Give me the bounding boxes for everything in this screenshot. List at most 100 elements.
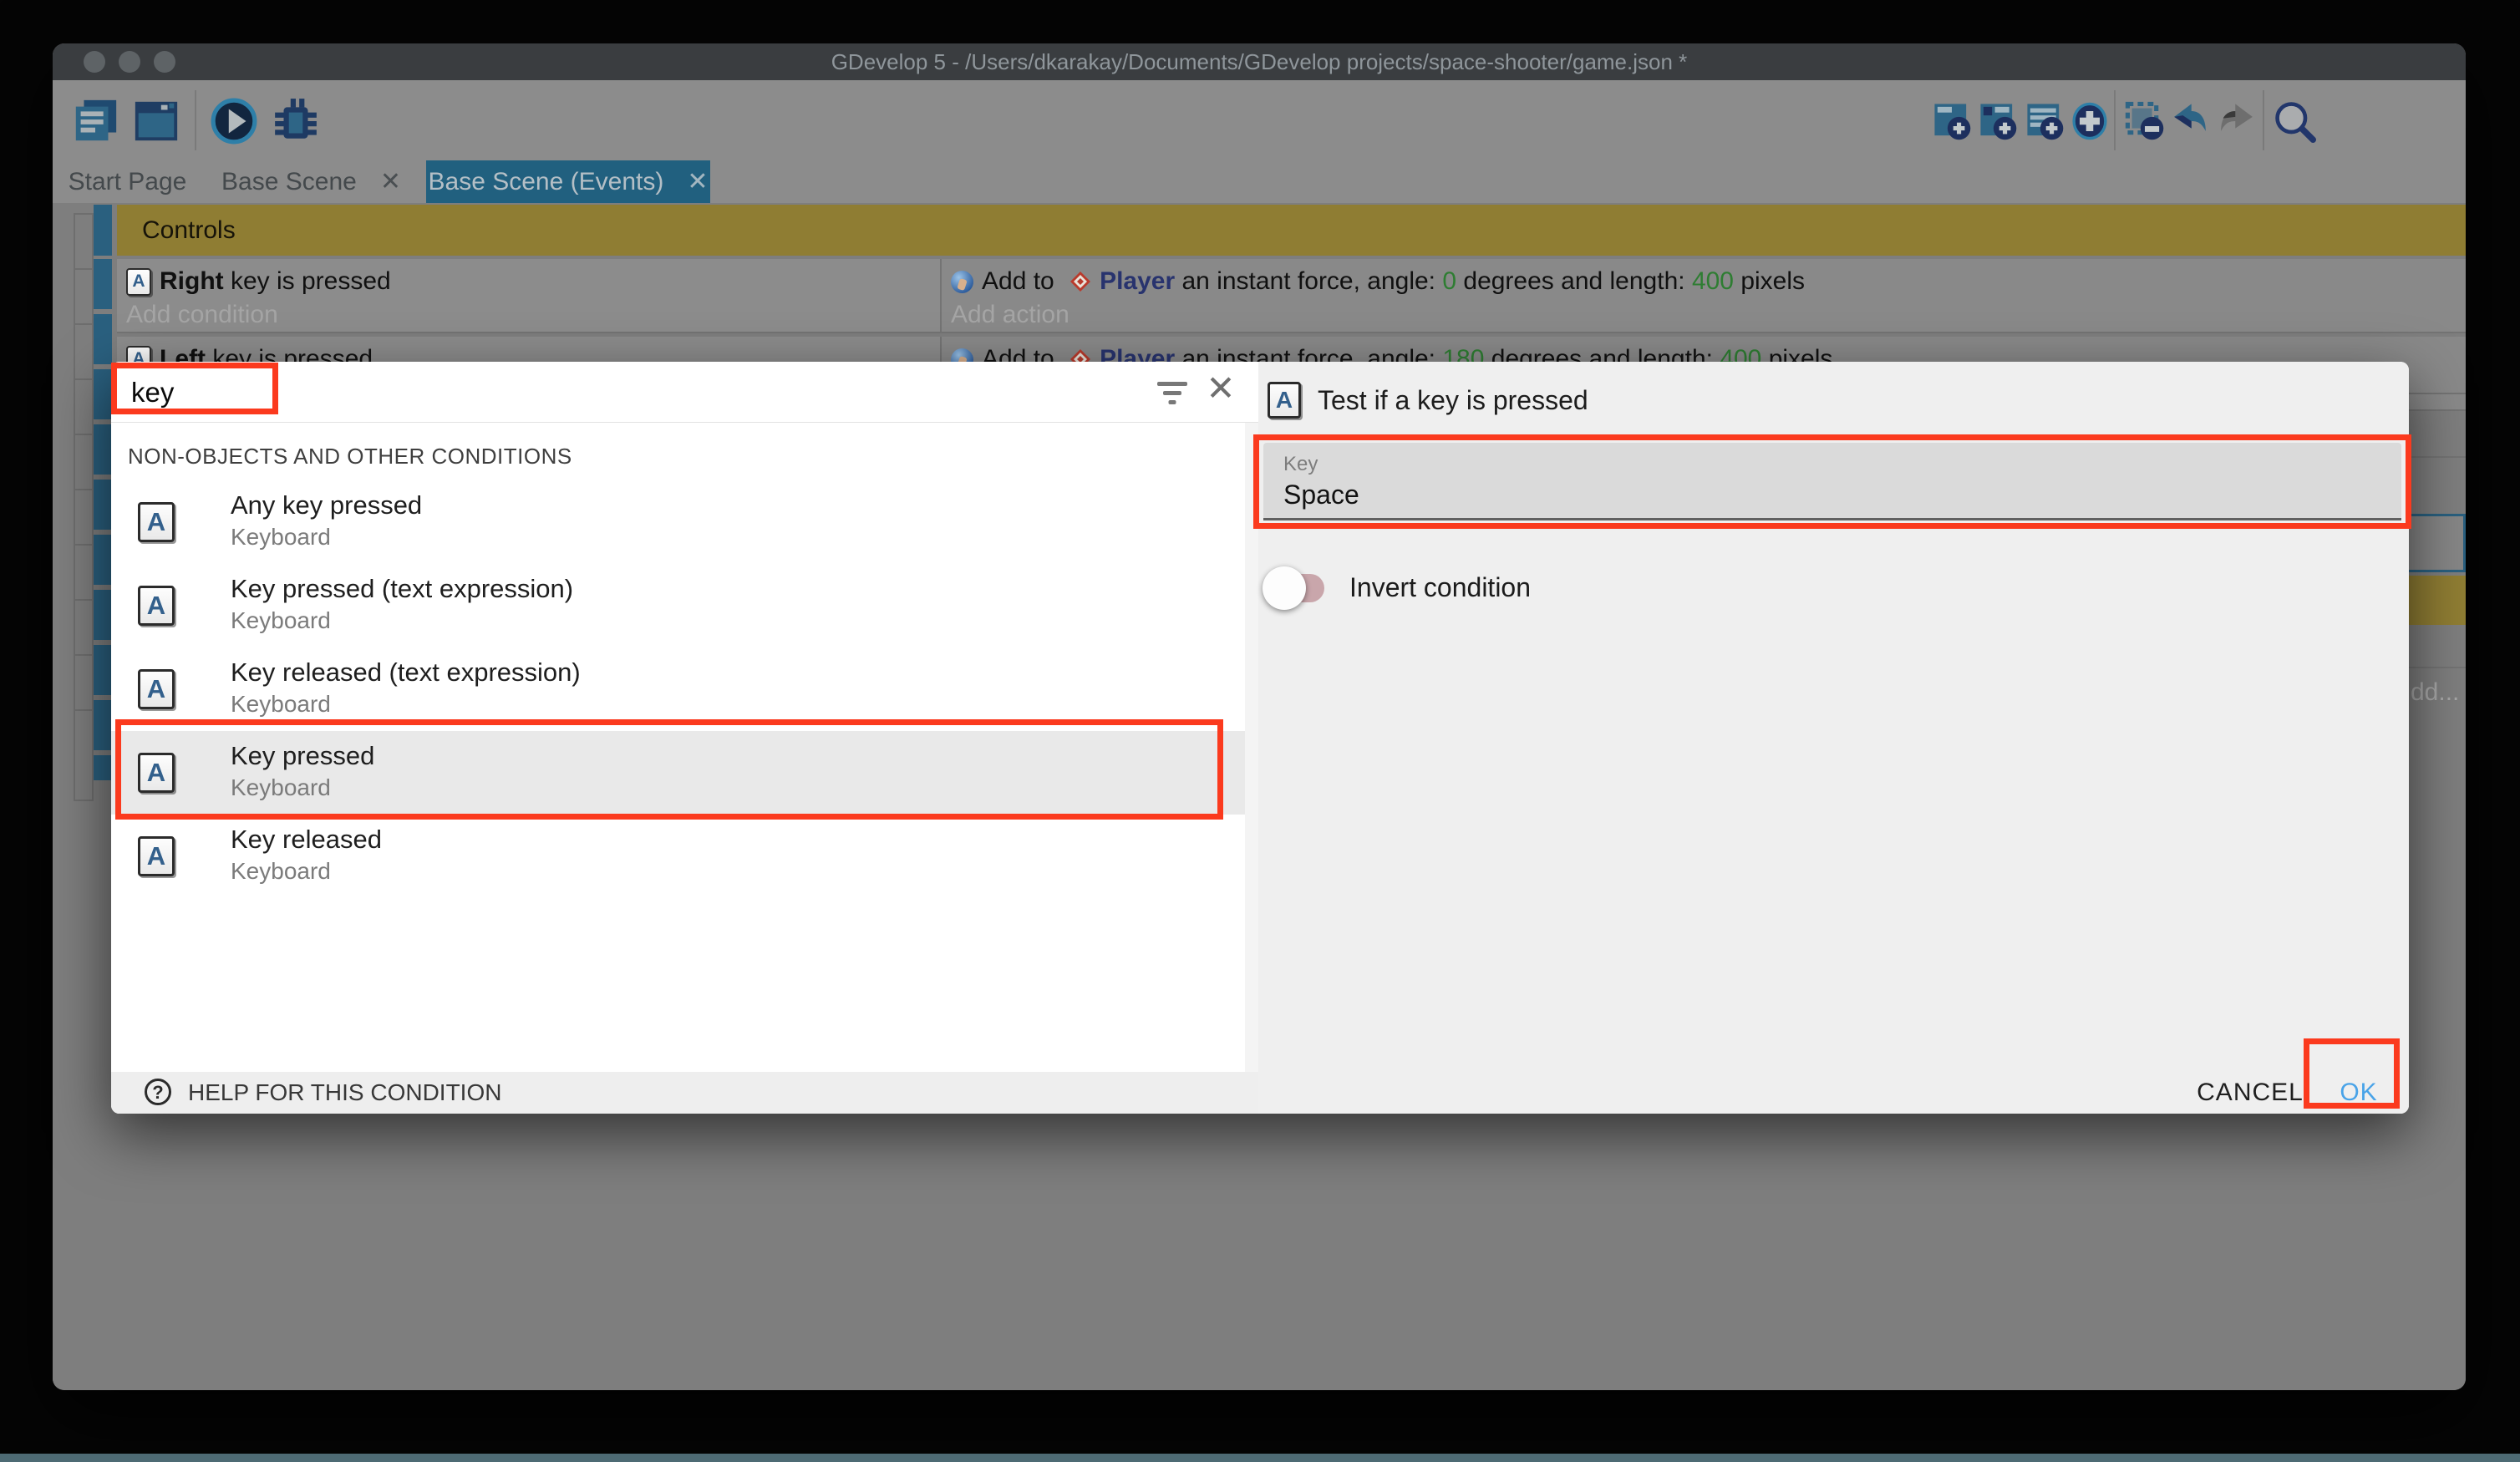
add-subevent-button[interactable]	[1978, 97, 2018, 145]
delete-selection-icon	[2125, 97, 2165, 145]
event-tree-tick	[74, 654, 94, 656]
event-tree-tick	[74, 213, 94, 215]
action-text: Add to	[982, 267, 1061, 296]
event-tree-tick	[74, 599, 94, 601]
tab-base-scene[interactable]: Base Scene ✕	[196, 160, 426, 203]
filter-icon[interactable]	[1157, 382, 1187, 407]
conditions-cell[interactable]: A Right key is pressed Add condition	[117, 259, 942, 333]
tab-bar: Start Page Base Scene ✕ Base Scene (Even…	[53, 160, 2466, 203]
scene-editor-button[interactable]	[132, 97, 180, 145]
condition-item-title: Key released	[231, 825, 382, 855]
dialog-footer: ? HELP FOR THIS CONDITION	[111, 1072, 1258, 1114]
undo-icon	[2170, 97, 2210, 145]
add-action-link[interactable]: Add action	[951, 301, 1069, 329]
annotation-search-input	[111, 363, 278, 414]
event-group-bar[interactable]	[94, 205, 112, 256]
tab-label: Base Scene (Events)	[429, 160, 664, 203]
play-icon	[210, 97, 258, 145]
keyboard-key-icon: A	[138, 586, 175, 626]
event-group-header[interactable]: Controls	[117, 205, 2466, 256]
annotation-key-pressed-item	[115, 719, 1223, 820]
actions-cell[interactable]: Add to Player an instant force, angle: 0…	[942, 259, 2466, 333]
event-tree-tick	[74, 434, 94, 435]
debugger-chip-icon	[272, 97, 320, 145]
toolbar-divider	[195, 90, 196, 150]
window-title: GDevelop 5 - /Users/dkarakay/Documents/G…	[53, 43, 2466, 80]
debug-button[interactable]	[272, 97, 320, 145]
action-text: Player an instant force, angle: 0 degree…	[1100, 267, 1805, 296]
tab-close-icon[interactable]: ✕	[687, 160, 708, 203]
add-comment-button[interactable]	[2025, 97, 2065, 145]
condition-item-title: Key pressed (text expression)	[231, 574, 573, 604]
tab-close-icon[interactable]: ✕	[380, 160, 401, 203]
condition-item-key-released-text-expression[interactable]: A Key released (text expression) Keyboar…	[111, 647, 1247, 731]
add-comment-icon	[2025, 97, 2065, 145]
toolbar-divider	[2114, 90, 2116, 150]
search-events-button[interactable]	[2273, 97, 2316, 145]
event-group-bar[interactable]	[94, 755, 112, 780]
add-event-button[interactable]	[1932, 97, 1972, 145]
help-for-condition-button[interactable]: HELP FOR THIS CONDITION	[188, 1072, 501, 1114]
redo-button[interactable]	[2217, 97, 2257, 145]
event-row-divider	[2409, 393, 2466, 394]
event-group-bar[interactable]	[94, 424, 112, 475]
redo-icon	[2217, 97, 2257, 145]
condition-item-title: Any key pressed	[231, 490, 422, 520]
event-group-bar[interactable]	[94, 700, 112, 750]
event-group-bar[interactable]	[94, 259, 112, 309]
selected-event-outline	[2402, 514, 2466, 572]
toggle-knob	[1263, 566, 1306, 610]
delete-event-button[interactable]	[2125, 97, 2165, 145]
event-tree-tick	[74, 323, 94, 325]
invert-condition-toggle[interactable]	[1263, 566, 1329, 610]
event-tree-tick	[74, 268, 94, 270]
event-tree-tick	[74, 378, 94, 380]
scene-window-icon	[132, 97, 180, 145]
help-icon: ?	[145, 1079, 171, 1105]
condition-title: Test if a key is pressed	[1318, 385, 1588, 416]
event-group-header-peek	[2404, 576, 2466, 625]
event-tree-tick	[74, 800, 94, 801]
event-row-divider	[2409, 456, 2466, 458]
tab-start-page[interactable]: Start Page	[58, 160, 196, 203]
event-group-bar[interactable]	[94, 645, 112, 695]
player-object-icon	[1069, 271, 1091, 292]
add-condition-link[interactable]: Add condition	[126, 301, 278, 329]
condition-item-key-released[interactable]: A Key released Keyboard	[111, 815, 1247, 898]
project-manager-button[interactable]	[71, 97, 119, 145]
cancel-button[interactable]: CANCEL	[2196, 1074, 2304, 1112]
toolbar-divider	[2263, 90, 2264, 150]
screenshot-stage: GDevelop 5 - /Users/dkarakay/Documents/G…	[0, 0, 2520, 1462]
condition-item-title: Key released (text expression)	[231, 657, 581, 688]
event-group-bar[interactable]	[94, 314, 112, 364]
keyboard-key-icon: A	[1268, 382, 1301, 419]
keyboard-key-icon: A	[138, 669, 175, 709]
annotation-key-field	[1253, 434, 2411, 529]
condition-item-subtitle: Keyboard	[231, 607, 331, 634]
add-something-button[interactable]	[2070, 97, 2110, 145]
keyboard-key-icon: A	[126, 268, 151, 296]
keyboard-key-icon: A	[138, 502, 175, 542]
event-row: A Right key is pressed Add condition Add…	[117, 259, 2466, 333]
add-subevent-icon	[1978, 97, 2018, 145]
event-group-bar[interactable]	[94, 535, 112, 585]
event-tree-line	[74, 213, 75, 800]
condition-item-key-pressed-text-expression[interactable]: A Key pressed (text expression) Keyboard	[111, 564, 1247, 647]
undo-button[interactable]	[2170, 97, 2210, 145]
condition-item-any-key-pressed[interactable]: A Any key pressed Keyboard	[111, 480, 1247, 564]
event-group-bar[interactable]	[94, 480, 112, 530]
clear-search-icon[interactable]: ✕	[1202, 368, 1239, 409]
search-icon	[2273, 97, 2316, 145]
desktop-edge-strip	[0, 1454, 2520, 1462]
add-event-link-truncated[interactable]: dd...	[2411, 678, 2459, 707]
event-group-bar[interactable]	[94, 590, 112, 640]
preview-button[interactable]	[210, 97, 258, 145]
event-tree-tick	[74, 709, 94, 711]
event-row-divider	[2409, 667, 2466, 668]
event-group-bar[interactable]	[94, 369, 112, 419]
condition-item-subtitle: Keyboard	[231, 858, 331, 885]
project-manager-icon	[71, 97, 119, 145]
tab-base-scene-events[interactable]: Base Scene (Events) ✕	[426, 160, 710, 203]
condition-item-subtitle: Keyboard	[231, 691, 331, 718]
event-tree-tick	[74, 489, 94, 490]
